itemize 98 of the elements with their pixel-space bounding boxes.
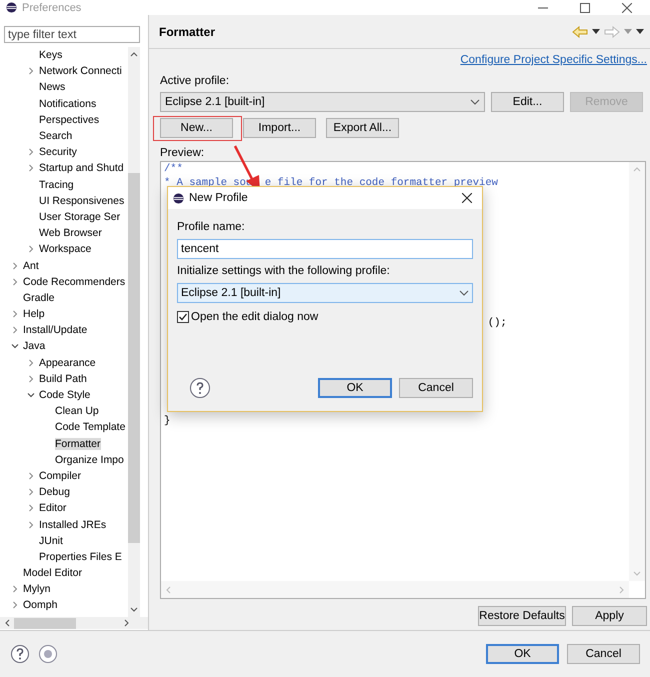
checkbox[interactable]: [177, 311, 189, 323]
tree-item[interactable]: Properties Files E: [39, 550, 122, 563]
configure-link[interactable]: Configure Project Specific Settings...: [460, 54, 647, 66]
tree-item[interactable]: JUnit: [39, 534, 63, 547]
tree-item[interactable]: Formatter: [55, 438, 101, 450]
tree-item[interactable]: Oomph: [23, 599, 58, 612]
expand-icon[interactable]: [27, 520, 35, 529]
vertical-scrollbar[interactable]: [128, 47, 140, 617]
tree-item[interactable]: Mylyn: [23, 583, 50, 596]
tree-item[interactable]: Code Style: [39, 389, 90, 402]
tree-item[interactable]: Tracing: [39, 178, 74, 191]
code-line: }: [164, 415, 170, 427]
profile-name-field[interactable]: tencent: [177, 239, 473, 259]
tree-item[interactable]: Web Browser: [39, 227, 102, 240]
tree-item[interactable]: Code Template: [55, 421, 126, 434]
tree-item[interactable]: Security: [39, 146, 77, 158]
tree-item[interactable]: Notifications: [39, 98, 96, 110]
edit-button[interactable]: Edit...: [491, 92, 564, 112]
active-profile-label: Active profile:: [160, 75, 230, 87]
dialog-cancel-button[interactable]: Cancel: [399, 378, 473, 398]
tree-item[interactable]: UI Responsivenes: [39, 194, 124, 207]
tree-item[interactable]: News: [39, 81, 66, 94]
chevron-down-icon: [459, 290, 469, 296]
tree-item[interactable]: Debug: [39, 486, 70, 498]
tree-item[interactable]: Clean Up: [55, 405, 99, 418]
profile-button[interactable]: Export All...: [326, 118, 399, 138]
code-fragment: ();: [488, 316, 507, 330]
expand-icon[interactable]: [11, 326, 19, 334]
help-icon[interactable]: [189, 377, 211, 399]
scroll-left-icon[interactable]: [4, 619, 10, 627]
window-title: Preferences: [22, 2, 82, 14]
expand-icon[interactable]: [11, 278, 19, 286]
expand-icon[interactable]: [11, 262, 19, 270]
tree-item[interactable]: Appearance: [39, 356, 96, 369]
preview-label: Preview:: [160, 147, 206, 159]
profile-dropdown[interactable]: Eclipse 2.1 [built-in]: [160, 92, 485, 112]
tree-item[interactable]: Install/Update: [23, 324, 88, 336]
tree-item[interactable]: User Storage Ser: [39, 210, 120, 223]
initialize-label: Initialize settings with the following profile:: [177, 265, 391, 277]
dialog-ok-button[interactable]: OK: [318, 378, 392, 398]
expand-icon[interactable]: [27, 67, 35, 76]
record-icon[interactable]: [38, 644, 58, 664]
profile-button[interactable]: Import...: [243, 118, 316, 138]
expand-icon[interactable]: [27, 472, 35, 480]
tree-item[interactable]: Search: [39, 130, 72, 142]
tree-item[interactable]: Workspace: [39, 243, 92, 256]
tree-item[interactable]: Help: [23, 308, 45, 320]
expand-icon[interactable]: [27, 488, 35, 496]
scroll-up-icon[interactable]: [130, 51, 138, 57]
code-line: /**: [164, 163, 183, 175]
close-icon[interactable]: [462, 193, 472, 203]
tree-item[interactable]: Keys: [39, 49, 62, 62]
tree-item[interactable]: Organize Impo: [55, 454, 124, 466]
tree-item[interactable]: Editor: [39, 502, 66, 514]
tree-item[interactable]: Installed JREs: [39, 518, 106, 531]
tree-item[interactable]: Model Editor: [23, 567, 82, 580]
collapse-icon[interactable]: [11, 342, 19, 350]
close-icon[interactable]: [622, 2, 632, 12]
code-fragment: e file for the code formatter preview: [264, 176, 498, 190]
expand-icon[interactable]: [11, 310, 19, 318]
initial-profile-dropdown[interactable]: Eclipse 2.1 [built-in]: [177, 283, 473, 303]
expand-icon[interactable]: [27, 374, 35, 383]
profile-button[interactable]: New...: [160, 118, 233, 138]
tree-item[interactable]: Compiler: [39, 470, 82, 482]
restore-defaults-button[interactable]: Restore Defaults: [478, 606, 566, 626]
eclipse-logo-icon: [173, 192, 184, 204]
chevron-down-icon: [470, 99, 480, 105]
apply-button[interactable]: Apply: [572, 606, 647, 626]
ok-button[interactable]: OK: [486, 644, 559, 664]
view-menu-icon[interactable]: [636, 29, 644, 34]
expand-icon[interactable]: [27, 245, 35, 254]
expand-icon[interactable]: [11, 601, 19, 610]
dropdown-icon[interactable]: [592, 29, 600, 34]
tree-item[interactable]: Java: [23, 340, 46, 352]
scroll-right-icon[interactable]: [124, 619, 130, 627]
tree-item[interactable]: Gradle: [23, 292, 55, 304]
page-title: Formatter: [159, 24, 216, 38]
expand-icon[interactable]: [27, 358, 35, 367]
tree-item[interactable]: Startup and Shutd: [39, 162, 124, 174]
expand-icon[interactable]: [11, 585, 19, 594]
scroll-down-icon[interactable]: [130, 607, 138, 613]
tree-item[interactable]: Code Recommenders: [23, 276, 126, 288]
tree-item[interactable]: Build Path: [39, 372, 87, 385]
horizontal-scrollbar[interactable]: [0, 617, 148, 629]
expand-icon[interactable]: [27, 504, 35, 512]
collapse-icon[interactable]: [27, 391, 35, 400]
profile-name-label: Profile name:: [177, 221, 246, 233]
tree-item[interactable]: Perspectives: [39, 114, 100, 126]
maximize-icon[interactable]: [580, 2, 590, 12]
filter-field[interactable]: type filter text: [4, 26, 140, 43]
dialog-title: New Profile: [189, 192, 249, 204]
expand-icon[interactable]: [27, 148, 35, 156]
checkbox-label: Open the edit dialog now: [191, 311, 318, 323]
expand-icon[interactable]: [27, 164, 35, 172]
tree-item[interactable]: Ant: [23, 260, 39, 272]
help-icon[interactable]: [10, 644, 30, 664]
cancel-button[interactable]: Cancel: [567, 644, 640, 664]
tree-item[interactable]: Network Connecti: [39, 65, 122, 78]
